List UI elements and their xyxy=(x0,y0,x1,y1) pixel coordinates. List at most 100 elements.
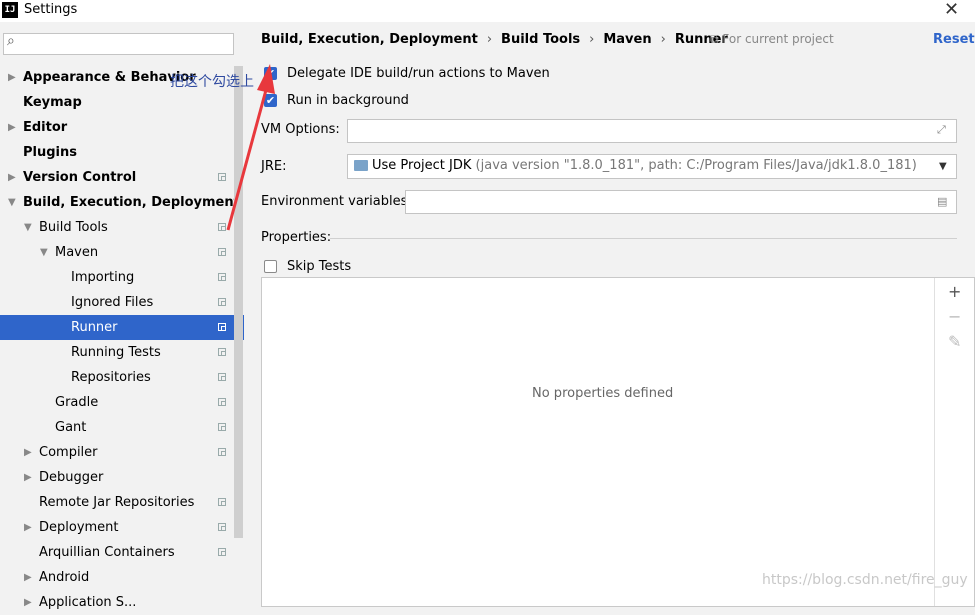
search-input[interactable] xyxy=(28,35,232,55)
chevron-down-icon[interactable]: ▼ xyxy=(24,215,32,240)
properties-divider xyxy=(330,238,957,239)
window-title: Settings xyxy=(24,2,78,17)
project-scope-icon xyxy=(218,398,226,406)
sidebar-item-label: Version Control xyxy=(23,170,137,185)
folder-icon xyxy=(354,160,368,171)
sidebar-item-label: Compiler xyxy=(39,445,98,460)
breadcrumb-item: Build, Execution, Deployment xyxy=(261,32,478,47)
chevron-right-icon[interactable]: ▶ xyxy=(8,115,16,140)
sidebar-item-android[interactable]: ▶ Android xyxy=(0,565,244,590)
sidebar-item-debugger[interactable]: ▶ Debugger xyxy=(0,465,244,490)
sidebar-item-gradle[interactable]: Gradle xyxy=(0,390,244,415)
intellij-logo-icon: IJ xyxy=(2,2,18,18)
settings-sidebar: ⌕ ▶ Appearance & Behavior Keymap ▶ Editor Plu… xyxy=(0,22,244,610)
sidebar-item-label: Arquillian Containers xyxy=(39,545,175,560)
project-scope-icon xyxy=(218,248,226,256)
search-box[interactable]: ⌕ xyxy=(3,33,234,55)
sidebar-item-remote-jar-repositories[interactable]: Remote Jar Repositories xyxy=(0,490,244,515)
sidebar-item-ignored-files[interactable]: Ignored Files xyxy=(0,290,244,315)
properties-table[interactable]: No properties defined + − ✎ xyxy=(261,277,975,607)
project-scope-icon xyxy=(218,373,226,381)
project-scope-icon xyxy=(218,498,226,506)
run-in-background-checkbox[interactable]: ✔ xyxy=(264,94,277,107)
chevron-right-icon[interactable]: ▶ xyxy=(8,65,16,90)
project-scope-icon xyxy=(218,298,226,306)
empty-properties-text: No properties defined xyxy=(532,386,674,401)
add-icon[interactable]: + xyxy=(948,282,961,301)
sidebar-item-label: Running Tests xyxy=(71,345,161,360)
project-scope-icon xyxy=(218,223,226,231)
sidebar-item-label: Ignored Files xyxy=(71,295,154,310)
sidebar-item-editor[interactable]: ▶ Editor xyxy=(0,115,244,140)
project-scope-icon xyxy=(218,423,226,431)
annotation-text: 把这个勾选上 xyxy=(170,74,254,90)
sidebar-item-label: Maven xyxy=(55,245,99,260)
project-scope-icon xyxy=(218,348,226,356)
runner-settings-panel: Build, Execution, Deployment › Build Tools… xyxy=(244,22,975,607)
expand-icon[interactable]: ⤢ xyxy=(937,123,946,137)
sidebar-item-running-tests[interactable]: Running Tests xyxy=(0,340,244,365)
sidebar-item-arquillian-containers[interactable]: Arquillian Containers xyxy=(0,540,244,565)
chevron-right-icon[interactable]: ▶ xyxy=(8,165,16,190)
jre-value: Use Project JDK xyxy=(372,158,472,173)
chevron-right-icon[interactable]: ▶ xyxy=(24,565,32,590)
sidebar-item-label: Importing xyxy=(71,270,135,285)
breadcrumb-separator: › xyxy=(486,32,493,47)
breadcrumb: Build, Execution, Deployment › Build Tools… xyxy=(261,32,728,47)
document-icon[interactable]: ▤ xyxy=(937,195,947,208)
skip-tests-label: Skip Tests xyxy=(287,259,352,274)
properties-toolbar: + − ✎ xyxy=(934,278,975,606)
sidebar-item-build-execution-deployment[interactable]: ▼ Build, Execution, Deployment xyxy=(0,190,244,215)
sidebar-item-gant[interactable]: Gant xyxy=(0,415,244,440)
chevron-right-icon[interactable]: ▶ xyxy=(24,440,32,465)
sidebar-item-label: Gradle xyxy=(55,395,99,410)
chevron-right-icon[interactable]: ▶ xyxy=(24,465,32,490)
chevron-down-icon[interactable]: ▼ xyxy=(939,161,947,172)
chevron-down-icon[interactable]: ▼ xyxy=(40,240,48,265)
project-scope-icon xyxy=(218,548,226,556)
environment-variables-field[interactable]: ▤ xyxy=(405,190,957,214)
skip-tests-checkbox[interactable] xyxy=(264,260,277,273)
sidebar-item-keymap[interactable]: Keymap xyxy=(0,90,244,115)
reset-link[interactable]: Reset xyxy=(933,32,975,47)
sidebar-item-label: Application S... xyxy=(39,595,137,610)
breadcrumb-separator: › xyxy=(589,32,595,47)
vm-options-label: VM Options: xyxy=(261,122,340,137)
breadcrumb-item: Maven xyxy=(603,32,652,47)
sidebar-item-label: Editor xyxy=(23,120,68,135)
environment-variables-label: Environment variables: xyxy=(261,194,412,209)
watermark: https://blog.csdn.net/fire_guy xyxy=(762,572,968,588)
sidebar-item-label: Repositories xyxy=(71,370,151,385)
sidebar-item-application-s[interactable]: ▶ Application S... xyxy=(0,590,244,615)
sidebar-item-repositories[interactable]: Repositories xyxy=(0,365,244,390)
sidebar-item-label: Runner xyxy=(71,320,118,335)
sidebar-item-runner[interactable]: Runner xyxy=(0,315,244,340)
jre-label: JRE: xyxy=(261,159,287,174)
delegate-build-checkbox[interactable]: ✔ xyxy=(264,67,277,80)
breadcrumb-separator: › xyxy=(660,32,666,47)
sidebar-item-version-control[interactable]: ▶ Version Control xyxy=(0,165,244,190)
for-current-project-label: ⧉ For current project xyxy=(710,32,834,46)
sidebar-scrollbar[interactable] xyxy=(234,66,243,538)
chevron-down-icon[interactable]: ▼ xyxy=(8,190,16,215)
sidebar-item-label: Remote Jar Repositories xyxy=(39,495,195,510)
vm-options-field[interactable]: ⤢ xyxy=(347,119,957,143)
sidebar-item-importing[interactable]: Importing xyxy=(0,265,244,290)
chevron-right-icon[interactable]: ▶ xyxy=(24,515,32,540)
sidebar-item-deployment[interactable]: ▶ Deployment xyxy=(0,515,244,540)
jre-dropdown[interactable]: Use Project JDK (java version "1.8.0_181… xyxy=(347,154,957,179)
sidebar-item-compiler[interactable]: ▶ Compiler xyxy=(0,440,244,465)
run-in-background-label: Run in background xyxy=(287,93,409,108)
sidebar-item-build-tools[interactable]: ▼ Build Tools xyxy=(0,215,244,240)
remove-icon[interactable]: − xyxy=(948,307,961,326)
project-scope-icon xyxy=(218,173,226,181)
search-icon: ⌕ xyxy=(7,33,15,49)
properties-label: Properties: xyxy=(261,230,332,245)
project-scope-icon xyxy=(218,523,226,531)
project-scope-icon xyxy=(218,273,226,281)
chevron-right-icon[interactable]: ▶ xyxy=(24,590,32,615)
sidebar-item-maven[interactable]: ▼ Maven xyxy=(0,240,244,265)
sidebar-item-plugins[interactable]: Plugins xyxy=(0,140,244,165)
edit-icon[interactable]: ✎ xyxy=(948,332,961,351)
close-icon[interactable]: ✕ xyxy=(944,0,959,20)
